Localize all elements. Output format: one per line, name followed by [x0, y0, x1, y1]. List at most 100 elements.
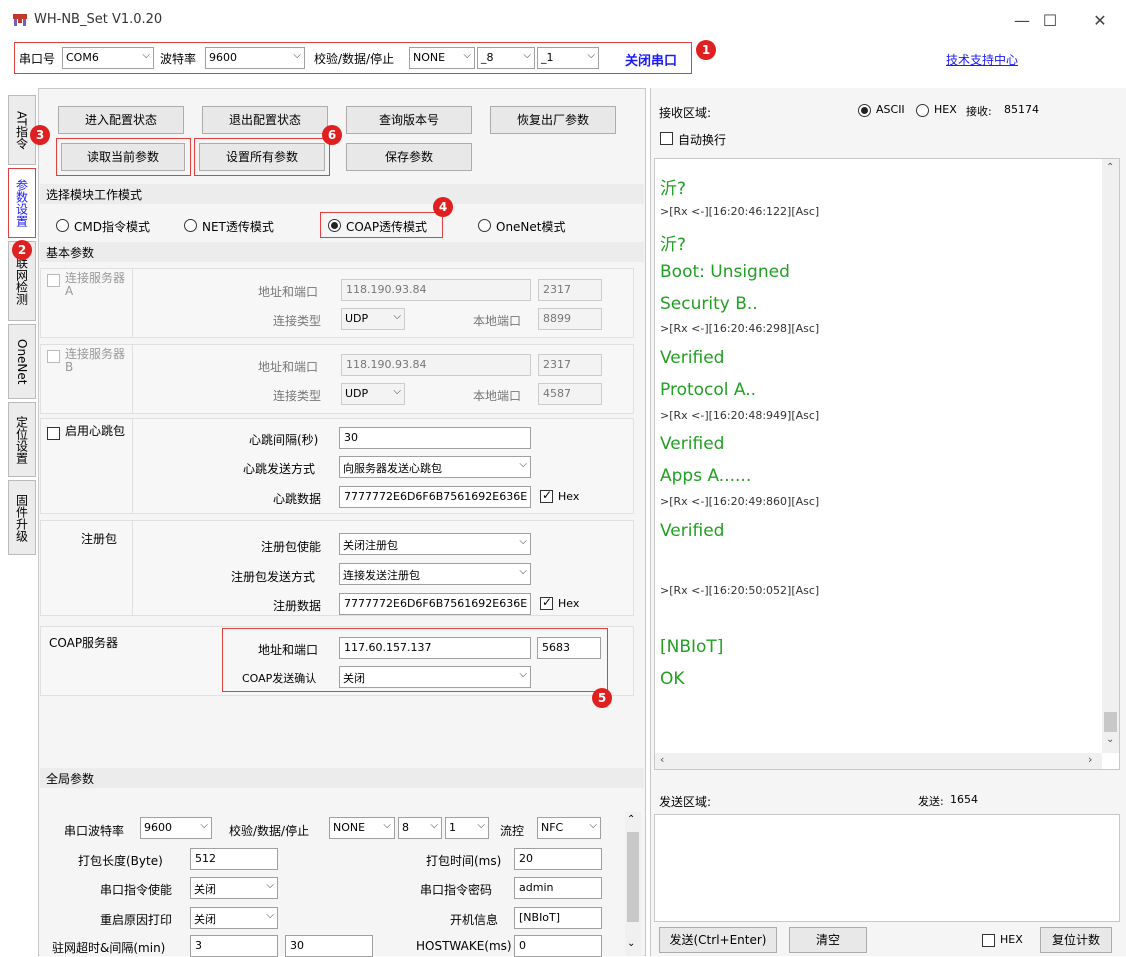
server-b-addr-input[interactable]: 118.190.93.84 [341, 354, 531, 376]
register-enable-select[interactable]: 关闭注册包 ⌵ [339, 533, 531, 555]
server-b-addr-label: 地址和端口 [258, 360, 319, 374]
heartbeat-checkbox[interactable] [47, 427, 60, 440]
global-stopbits-select[interactable]: 1 ⌵ [445, 817, 489, 839]
global-scroll-thumb[interactable] [627, 832, 639, 922]
chevron-down-icon: ⌵ [266, 880, 274, 891]
scroll-left-icon[interactable]: ‹ [660, 753, 664, 766]
register-data-input[interactable]: 7777772E6D6F6B7561692E636E [339, 593, 531, 615]
register-hex-label: Hex [558, 597, 580, 610]
receive-vscrollbar[interactable] [1102, 159, 1119, 753]
reboot-label: 重启原因打印 [100, 913, 173, 927]
global-flow-select[interactable]: NFC ⌵ [537, 817, 601, 839]
global-parity-label: 校验/数据/停止 [229, 824, 310, 838]
send-hex-checkbox[interactable] [982, 934, 995, 947]
exit-config-button[interactable]: 退出配置状态 [202, 106, 328, 134]
receive-label: 接收区域: [659, 106, 712, 120]
set-all-button[interactable]: 设置所有参数 [199, 143, 325, 171]
scroll-right-icon[interactable]: › [1088, 753, 1092, 766]
radio-cmd[interactable] [56, 219, 69, 232]
reboot-select[interactable]: 关闭 ⌵ [190, 907, 278, 929]
cmd-pwd-input[interactable]: admin [514, 877, 602, 899]
pack-time-input[interactable]: 20 [514, 848, 602, 870]
baud-select[interactable]: 9600 ⌵ [205, 47, 305, 69]
pack-len-input[interactable]: 512 [190, 848, 278, 870]
global-baud-select[interactable]: 9600 ⌵ [140, 817, 212, 839]
server-b-checkbox[interactable] [47, 350, 60, 363]
radio-onenet[interactable] [478, 219, 491, 232]
enter-config-button[interactable]: 进入配置状态 [58, 106, 184, 134]
mode-header: 选择模块工作模式 [40, 184, 644, 204]
coap-confirm-select[interactable]: 关闭 ⌵ [339, 666, 531, 688]
cmd-enable-select[interactable]: 关闭 ⌵ [190, 877, 278, 899]
tab-onenet[interactable]: OneNet [8, 324, 36, 399]
save-params-button[interactable]: 保存参数 [346, 143, 472, 171]
badge-2: 2 [12, 240, 32, 260]
server-a-checkbox[interactable] [47, 274, 60, 287]
radio-net[interactable] [184, 219, 197, 232]
close-port-button[interactable]: 关闭串口 [625, 50, 677, 69]
server-a-local-input[interactable]: 8899 [538, 308, 602, 330]
clear-button[interactable]: 清空 [789, 927, 867, 953]
server-b-local-label: 本地端口 [473, 389, 522, 403]
heartbeat-interval-input[interactable]: 30 [339, 427, 531, 449]
chevron-down-icon: ⌵ [430, 820, 438, 831]
cmd-pwd-label: 串口指令密码 [420, 883, 493, 897]
send-hex-label: HEX [1000, 933, 1023, 946]
scroll-up-icon[interactable]: ⌃ [1106, 162, 1114, 173]
read-params-button[interactable]: 读取当前参数 [61, 143, 185, 171]
ascii-label: ASCII [876, 103, 905, 116]
coap-port-input[interactable]: 5683 [537, 637, 601, 659]
scroll-down-icon[interactable]: ⌄ [627, 938, 635, 949]
server-a-port-input[interactable]: 2317 [538, 279, 602, 301]
send-input[interactable] [654, 814, 1120, 922]
parity-select[interactable]: NONE ⌵ [409, 47, 475, 69]
chevron-down-icon: ⌵ [293, 50, 301, 61]
tab-location-settings[interactable]: 定位设置 [8, 402, 36, 477]
heartbeat-hex-label: Hex [558, 490, 580, 503]
scroll-up-icon[interactable]: ⌃ [627, 814, 635, 825]
reset-count-button[interactable]: 复位计数 [1040, 927, 1112, 953]
tab-firmware-upgrade[interactable]: 固件升级 [8, 480, 36, 555]
receive-scroll-thumb[interactable] [1104, 712, 1117, 732]
send-button[interactable]: 发送(Ctrl+Enter) [659, 927, 777, 953]
global-databits-select[interactable]: 8 ⌵ [398, 817, 442, 839]
heartbeat-send-label: 心跳发送方式 [243, 462, 316, 476]
query-version-button[interactable]: 查询版本号 [346, 106, 472, 134]
receive-hscrollbar[interactable] [655, 753, 1102, 769]
global-parity-select[interactable]: NONE ⌵ [329, 817, 395, 839]
net-timeout-input[interactable]: 3 [190, 935, 278, 957]
server-a-addr-input[interactable]: 118.190.93.84 [341, 279, 531, 301]
autowrap-checkbox[interactable] [660, 132, 673, 145]
hex-radio[interactable] [916, 104, 929, 117]
badge-6: 6 [322, 125, 342, 145]
radio-coap[interactable] [328, 219, 341, 232]
databits-select[interactable]: _8 ⌵ [477, 47, 535, 69]
heartbeat-data-input[interactable]: 7777772E6D6F6B7561692E636E [339, 486, 531, 508]
boot-info-input[interactable]: [NBIoT] [514, 907, 602, 929]
factory-reset-button[interactable]: 恢复出厂参数 [490, 106, 616, 134]
close-button[interactable]: ✕ [1080, 8, 1120, 34]
hostwake-input[interactable]: 0 [514, 935, 602, 957]
scroll-down-icon[interactable]: ⌄ [1106, 734, 1114, 745]
server-b-local-input[interactable]: 4587 [538, 383, 602, 405]
heartbeat-hex-checkbox[interactable] [540, 488, 553, 503]
receive-area[interactable] [654, 158, 1120, 770]
chevron-down-icon: ⌵ [393, 386, 401, 397]
port-select[interactable]: COM6 ⌵ [62, 47, 154, 69]
server-b-port-input[interactable]: 2317 [538, 354, 602, 376]
net-interval-input[interactable]: 30 [285, 935, 373, 957]
global-baud-label: 串口波特率 [64, 824, 125, 838]
heartbeat-send-select[interactable]: 向服务器发送心跳包 ⌵ [339, 456, 531, 478]
chevron-down-icon: ⌵ [519, 536, 527, 547]
baud-label: 波特率 [160, 52, 197, 66]
support-link[interactable]: 技术支持中心 [946, 51, 1018, 68]
maximize-button[interactable]: ☐ [1030, 8, 1070, 34]
ascii-radio[interactable] [858, 104, 871, 117]
tab-parameter-settings[interactable]: 参数设置 [8, 168, 36, 238]
stopbits-select[interactable]: _1 ⌵ [537, 47, 599, 69]
server-b-type-select[interactable]: UDP ⌵ [341, 383, 405, 405]
register-send-select[interactable]: 连接发送注册包 ⌵ [339, 563, 531, 585]
coap-addr-input[interactable]: 117.60.157.137 [339, 637, 531, 659]
server-a-type-select[interactable]: UDP ⌵ [341, 308, 405, 330]
register-hex-checkbox[interactable] [540, 595, 553, 610]
